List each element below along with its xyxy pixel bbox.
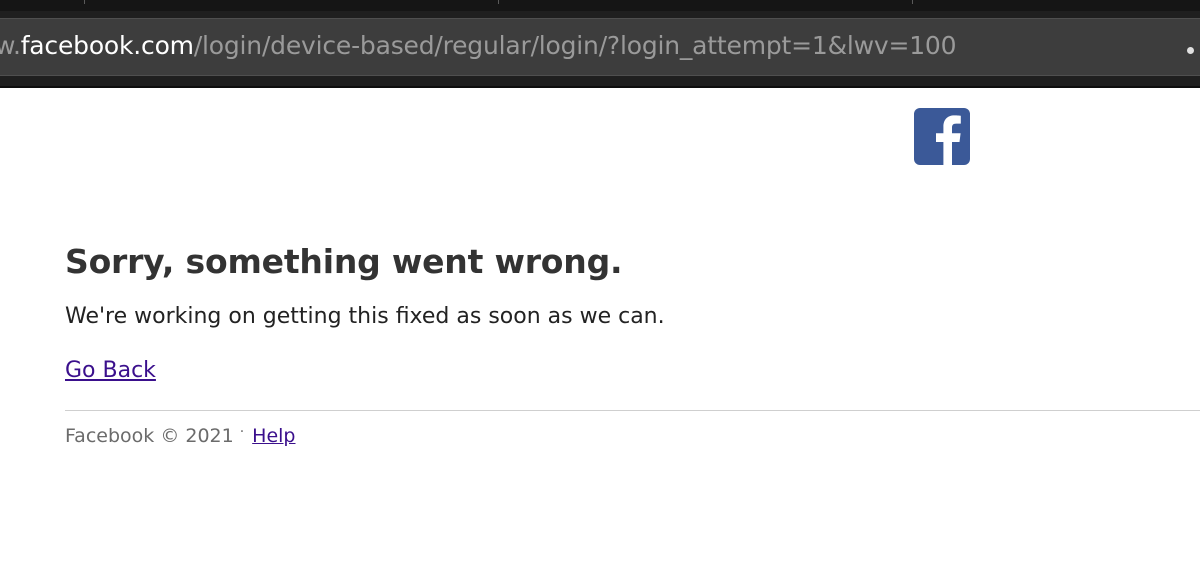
url-text[interactable]: w.facebook.com/login/device-based/regula… <box>0 31 957 60</box>
footer-separator: · <box>239 424 245 440</box>
tab-separator <box>84 0 85 4</box>
menu-dot-icon[interactable] <box>1187 47 1194 54</box>
url-host: facebook.com <box>20 31 194 60</box>
footer-divider <box>65 410 1200 411</box>
error-message: We're working on getting this fixed as s… <box>65 304 665 329</box>
url-path: /login/device-based/regular/login/?login… <box>193 31 957 60</box>
chrome-divider <box>0 86 1200 88</box>
error-content: Sorry, something went wrong. We're worki… <box>65 240 1200 451</box>
tab-strip <box>0 0 1200 11</box>
facebook-f-icon[interactable] <box>914 108 970 165</box>
help-link[interactable]: Help <box>252 425 295 447</box>
facebook-f-glyph <box>936 115 961 165</box>
footer: Facebook © 2021 · Help <box>65 423 1200 451</box>
go-back-link[interactable]: Go Back <box>65 356 156 386</box>
error-title: Sorry, something went wrong. <box>65 242 623 281</box>
tab-separator <box>912 0 913 4</box>
copyright-text: Facebook © 2021 <box>65 425 234 447</box>
address-bar[interactable]: w.facebook.com/login/device-based/regula… <box>0 18 1200 76</box>
browser-chrome: w.facebook.com/login/device-based/regula… <box>0 0 1200 88</box>
url-prefix: w. <box>0 31 21 60</box>
tab-separator <box>498 0 499 4</box>
